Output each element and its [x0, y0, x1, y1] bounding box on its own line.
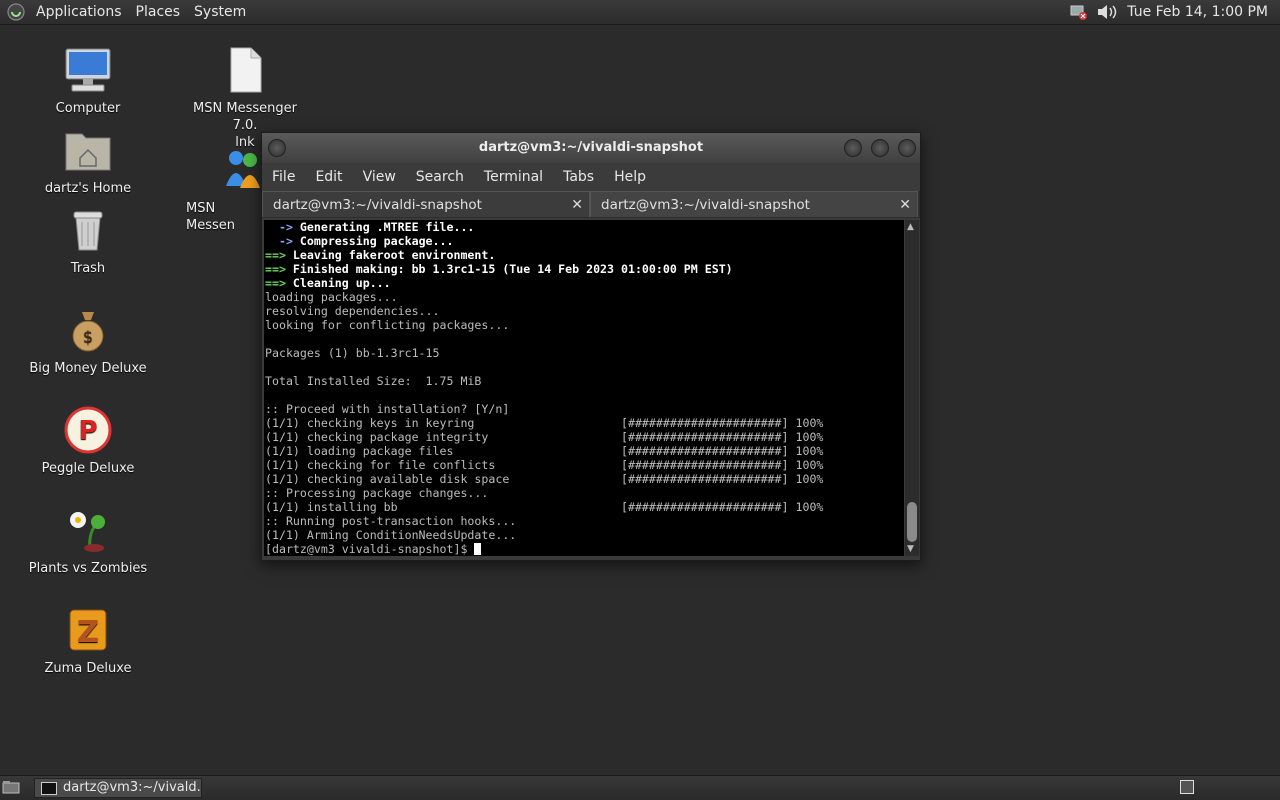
- distro-logo-icon[interactable]: [7, 3, 25, 21]
- tab-bar: dartz@vm3:~/vivaldi-snapshot ✕ dartz@vm3…: [262, 191, 920, 218]
- svg-text:P: P: [78, 416, 97, 446]
- terminal-line: (1/1) checking for file conflicts [#####…: [265, 458, 824, 472]
- menu-file[interactable]: File: [262, 169, 305, 185]
- msn-messenger-icon: [226, 151, 260, 188]
- desktop-icon-label: Zuma Deluxe: [44, 661, 132, 676]
- terminal-icon: [41, 782, 57, 795]
- scrollbar[interactable]: ▲ ▼: [905, 220, 919, 556]
- shell-prompt: [dartz@vm3 vivaldi-snapshot]$: [265, 542, 475, 556]
- desktop-icon-peggle[interactable]: P Peggle Deluxe: [23, 406, 153, 477]
- clock[interactable]: Tue Feb 14, 1:00 PM: [1127, 4, 1268, 20]
- menu-places[interactable]: Places: [129, 4, 188, 20]
- system-tray: Tue Feb 14, 1:00 PM: [1069, 0, 1280, 24]
- desktop-icon-label: Big Money Deluxe: [29, 361, 147, 376]
- terminal-window: dartz@vm3:~/vivaldi-snapshot File Edit V…: [261, 132, 921, 561]
- terminal-line: Total Installed Size: 1.75 MiB: [265, 374, 482, 388]
- terminal-line: (1/1) checking package integrity [######…: [265, 430, 824, 444]
- desktop-icon-label: Peggle Deluxe: [41, 461, 135, 476]
- trash-icon: [73, 211, 103, 251]
- network-error-icon[interactable]: [1069, 3, 1089, 21]
- terminal-line: Packages (1) bb-1.3rc1-15: [265, 346, 440, 360]
- terminal-line: loading packages...: [265, 290, 398, 304]
- scroll-up-icon[interactable]: ▲: [907, 222, 914, 232]
- tab-close-icon[interactable]: ✕: [899, 192, 911, 218]
- terminal-line: :: Proceed with installation? [Y/n]: [265, 402, 510, 416]
- close-icon[interactable]: [898, 139, 916, 157]
- titlebar[interactable]: dartz@vm3:~/vivaldi-snapshot: [262, 133, 920, 163]
- terminal-line: -> Compressing package...: [265, 234, 454, 248]
- text-cursor: [474, 543, 482, 555]
- scroll-down-icon[interactable]: ▼: [907, 544, 914, 554]
- zuma-icon: Z: [69, 609, 107, 651]
- taskbar-item-label: dartz@vm3:~/vivald...: [63, 780, 202, 795]
- terminal-line: resolving dependencies...: [265, 304, 440, 318]
- menu-search[interactable]: Search: [406, 169, 474, 185]
- tab-close-icon[interactable]: ✕: [571, 192, 583, 218]
- taskbar-item-terminal[interactable]: dartz@vm3:~/vivald...: [34, 778, 202, 798]
- terminal-output[interactable]: -> Generating .MTREE file... -> Compress…: [264, 220, 904, 556]
- terminal-text: -> Generating .MTREE file... -> Compress…: [264, 220, 904, 556]
- file-icon: [230, 47, 262, 93]
- terminal-line: looking for conflicting packages...: [265, 318, 510, 332]
- terminal-line: (1/1) loading package files [###########…: [265, 444, 824, 458]
- terminal-line: ==> Finished making: bb 1.3rc1-15 (Tue 1…: [265, 262, 733, 276]
- volume-icon[interactable]: [1095, 2, 1119, 22]
- terminal-line: (1/1) installing bb [###################…: [265, 500, 824, 514]
- desktop-icon-label: MSN Messen: [186, 201, 235, 233]
- menu-terminal[interactable]: Terminal: [474, 169, 553, 185]
- desktop-icon-label: Computer: [55, 101, 121, 116]
- desktop-icon-trash[interactable]: Trash: [23, 206, 153, 277]
- peggle-icon: P: [64, 406, 112, 454]
- terminal-line: (1/1) checking available disk space [###…: [265, 472, 824, 486]
- tab-1[interactable]: dartz@vm3:~/vivaldi-snapshot ✕: [262, 191, 590, 217]
- terminal-line: :: Running post-transaction hooks...: [265, 514, 517, 528]
- tab-2[interactable]: dartz@vm3:~/vivaldi-snapshot ✕: [590, 191, 918, 217]
- menu-view[interactable]: View: [353, 169, 406, 185]
- menu-edit[interactable]: Edit: [305, 169, 352, 185]
- terminal-line: ==> Leaving fakeroot environment.: [265, 248, 496, 262]
- desktop-icon-big-money[interactable]: $ Big Money Deluxe: [23, 306, 153, 377]
- menu-applications[interactable]: Applications: [29, 4, 129, 20]
- desktop-icon-label: Trash: [70, 261, 106, 276]
- menu-help[interactable]: Help: [604, 169, 656, 185]
- scroll-thumb[interactable]: [907, 502, 917, 542]
- svg-text:Z: Z: [77, 615, 99, 650]
- bottom-panel: dartz@vm3:~/vivald...: [0, 775, 1280, 800]
- minimize-icon[interactable]: [844, 139, 862, 157]
- desktop-icon-plants[interactable]: Plants vs Zombies: [23, 506, 153, 577]
- workspace-switcher-icon[interactable]: [1180, 780, 1194, 794]
- computer-icon: [65, 48, 111, 92]
- terminal-line: -> Generating .MTREE file...: [265, 220, 475, 234]
- svg-text:$: $: [83, 327, 93, 346]
- window-title: dartz@vm3:~/vivaldi-snapshot: [478, 140, 704, 155]
- tab-label: dartz@vm3:~/vivaldi-snapshot: [601, 197, 810, 213]
- tab-label: dartz@vm3:~/vivaldi-snapshot: [273, 197, 482, 213]
- desktop-icon-home[interactable]: dartz's Home: [23, 126, 153, 197]
- show-desktop-icon[interactable]: [2, 780, 20, 794]
- desktop-icon-label: dartz's Home: [44, 181, 132, 196]
- menubar: File Edit View Search Terminal Tabs Help: [262, 163, 920, 191]
- top-panel: Applications Places System Tue Feb 14, 1…: [0, 0, 1280, 25]
- terminal-line: ==> Cleaning up...: [265, 276, 391, 290]
- terminal-line: (1/1) Arming ConditionNeedsUpdate...: [265, 528, 517, 542]
- terminal-line: :: Processing package changes...: [265, 486, 489, 500]
- desktop-icon-computer[interactable]: Computer: [23, 46, 153, 117]
- terminal-line: (1/1) checking keys in keyring [########…: [265, 416, 824, 430]
- terminal-prompt-line[interactable]: [dartz@vm3 vivaldi-snapshot]$: [265, 542, 904, 556]
- maximize-icon[interactable]: [871, 139, 889, 157]
- plants-icon: [70, 512, 105, 552]
- money-bag-icon: $: [72, 312, 104, 352]
- desktop-icon-label: Plants vs Zombies: [28, 561, 148, 576]
- menu-tabs[interactable]: Tabs: [553, 169, 604, 185]
- desktop-icon-zuma[interactable]: Z Zuma Deluxe: [23, 606, 153, 677]
- menu-system[interactable]: System: [187, 4, 253, 20]
- home-folder-icon: [65, 133, 111, 171]
- desktop-icon-msn[interactable]: MSN Messen: [180, 146, 261, 234]
